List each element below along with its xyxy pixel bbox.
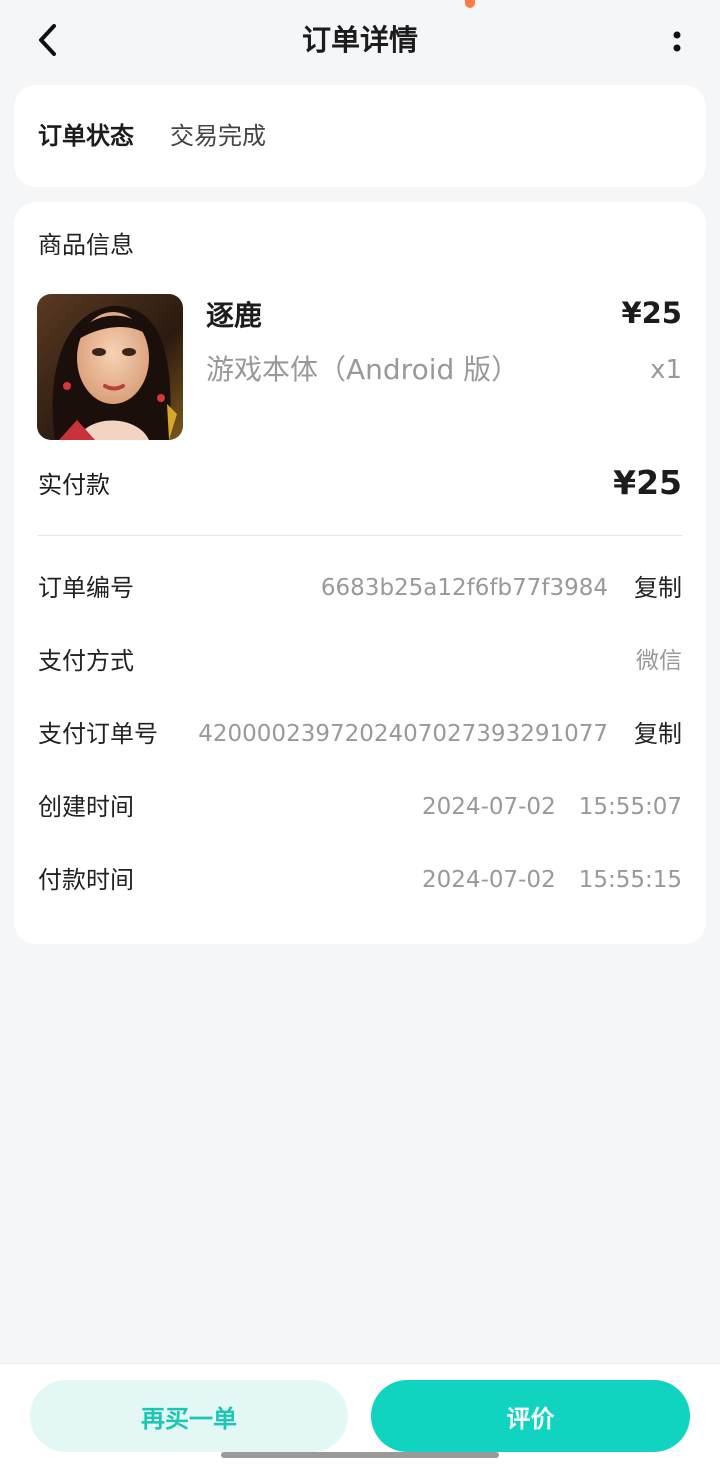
amount-paid-label: 实付款 xyxy=(38,471,110,499)
payment-method-value: 微信 xyxy=(636,648,682,674)
payment-order-number-value: 4200002397202407027393291077 xyxy=(198,721,608,747)
paid-time-row: 付款时间 2024-07-02 15:55:15 xyxy=(38,860,682,900)
header: 订单详情 xyxy=(0,0,720,84)
created-time-label: 创建时间 xyxy=(38,793,134,821)
product-spec: 游戏本体（Android 版） xyxy=(206,353,520,386)
review-button[interactable]: 评价 xyxy=(371,1380,690,1452)
section-title: 商品信息 xyxy=(38,231,134,259)
created-time-row: 创建时间 2024-07-02 15:55:07 xyxy=(38,787,682,827)
paid-time-label: 付款时间 xyxy=(38,866,134,894)
more-button[interactable] xyxy=(662,22,692,62)
order-number-label: 订单编号 xyxy=(38,574,134,602)
rebuy-button[interactable]: 再买一单 xyxy=(30,1380,348,1452)
order-number-value: 6683b25a12f6fb77f3984 xyxy=(320,575,608,601)
paid-time-value: 2024-07-02 15:55:15 xyxy=(422,867,682,893)
order-status-card: 订单状态 交易完成 xyxy=(14,85,706,187)
amount-paid-value: ¥25 xyxy=(613,463,682,502)
order-number-row: 订单编号 6683b25a12f6fb77f3984 复制 xyxy=(38,568,682,608)
copy-payment-order-number-button[interactable]: 复制 xyxy=(634,714,682,754)
payment-method-label: 支付方式 xyxy=(38,647,134,675)
order-status-value: 交易完成 xyxy=(170,122,266,150)
payment-order-number-label: 支付订单号 xyxy=(38,720,158,748)
divider xyxy=(38,535,682,536)
more-vertical-icon xyxy=(673,31,681,52)
home-indicator xyxy=(221,1452,499,1458)
copy-order-number-button[interactable]: 复制 xyxy=(634,568,682,608)
payment-order-number-row: 支付订单号 4200002397202407027393291077 复制 xyxy=(38,714,682,754)
game-cover-image xyxy=(37,294,183,440)
payment-method-row: 支付方式 微信 xyxy=(38,641,682,681)
product-info-card: 商品信息 逐鹿 ¥25 游戏本体（Android 版） x1 实付款 ¥25 订… xyxy=(14,202,706,944)
product-thumbnail[interactable] xyxy=(37,294,183,440)
product-name[interactable]: 逐鹿 xyxy=(206,296,262,336)
product-quantity: x1 xyxy=(650,355,682,385)
product-price: ¥25 xyxy=(621,296,682,330)
page-title: 订单详情 xyxy=(301,23,418,57)
order-status-label: 订单状态 xyxy=(38,122,134,150)
created-time-value: 2024-07-02 15:55:07 xyxy=(422,794,682,820)
notification-dot xyxy=(465,0,475,8)
